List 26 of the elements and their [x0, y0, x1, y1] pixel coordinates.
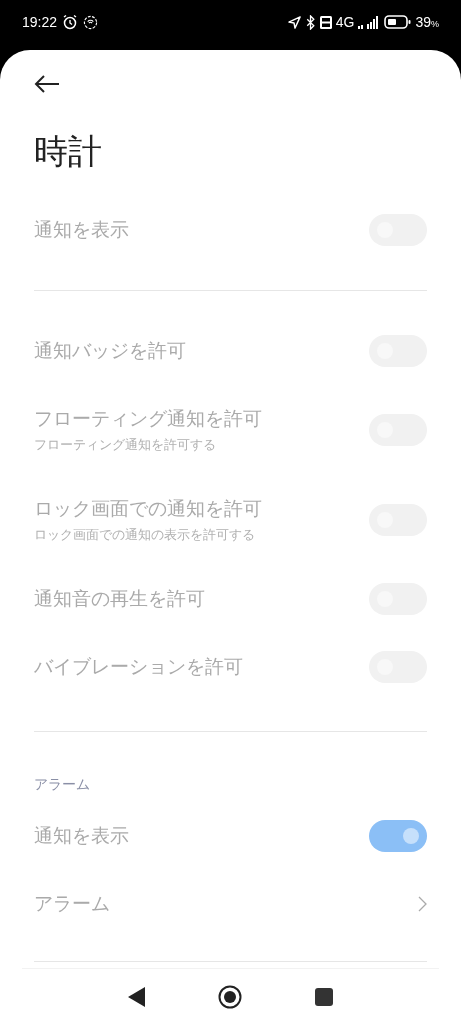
setting-title: ロック画面での通知を許可 — [34, 496, 262, 521]
setting-subtitle: ロック画面での通知の表示を許可する — [34, 526, 256, 544]
setting-title: 通知を表示 — [34, 823, 129, 848]
location-icon — [286, 14, 302, 30]
page-title: 時計 — [34, 130, 103, 173]
recents-nav-icon[interactable] — [314, 987, 333, 1006]
setting-subtitle: フローティング通知を許可する — [34, 436, 217, 454]
home-nav-icon[interactable] — [218, 984, 243, 1009]
bluetooth-icon — [305, 14, 316, 30]
setting-title: 通知バッジを許可 — [34, 338, 186, 363]
signal-icon — [358, 15, 381, 29]
network-type: 4G — [335, 14, 355, 30]
status-time: 19:22 — [22, 14, 58, 30]
setting-title: フローティング通知を許可 — [34, 406, 262, 431]
chevron-icon — [418, 896, 427, 912]
setting-title: 通知音の再生を許可 — [34, 586, 205, 611]
alarm-clock-icon — [62, 14, 79, 30]
wifi-icon — [83, 14, 99, 30]
setting-title: 通知を表示 — [34, 217, 129, 242]
back-nav-icon[interactable] — [128, 986, 147, 1007]
setting-title: アラーム — [34, 891, 110, 916]
battery-icon — [384, 15, 412, 29]
setting-title: バイブレーションを許可 — [34, 654, 243, 679]
section-header: アラーム — [34, 775, 91, 794]
back-arrow-icon[interactable] — [34, 75, 60, 93]
battery-level: 39% — [415, 14, 439, 30]
